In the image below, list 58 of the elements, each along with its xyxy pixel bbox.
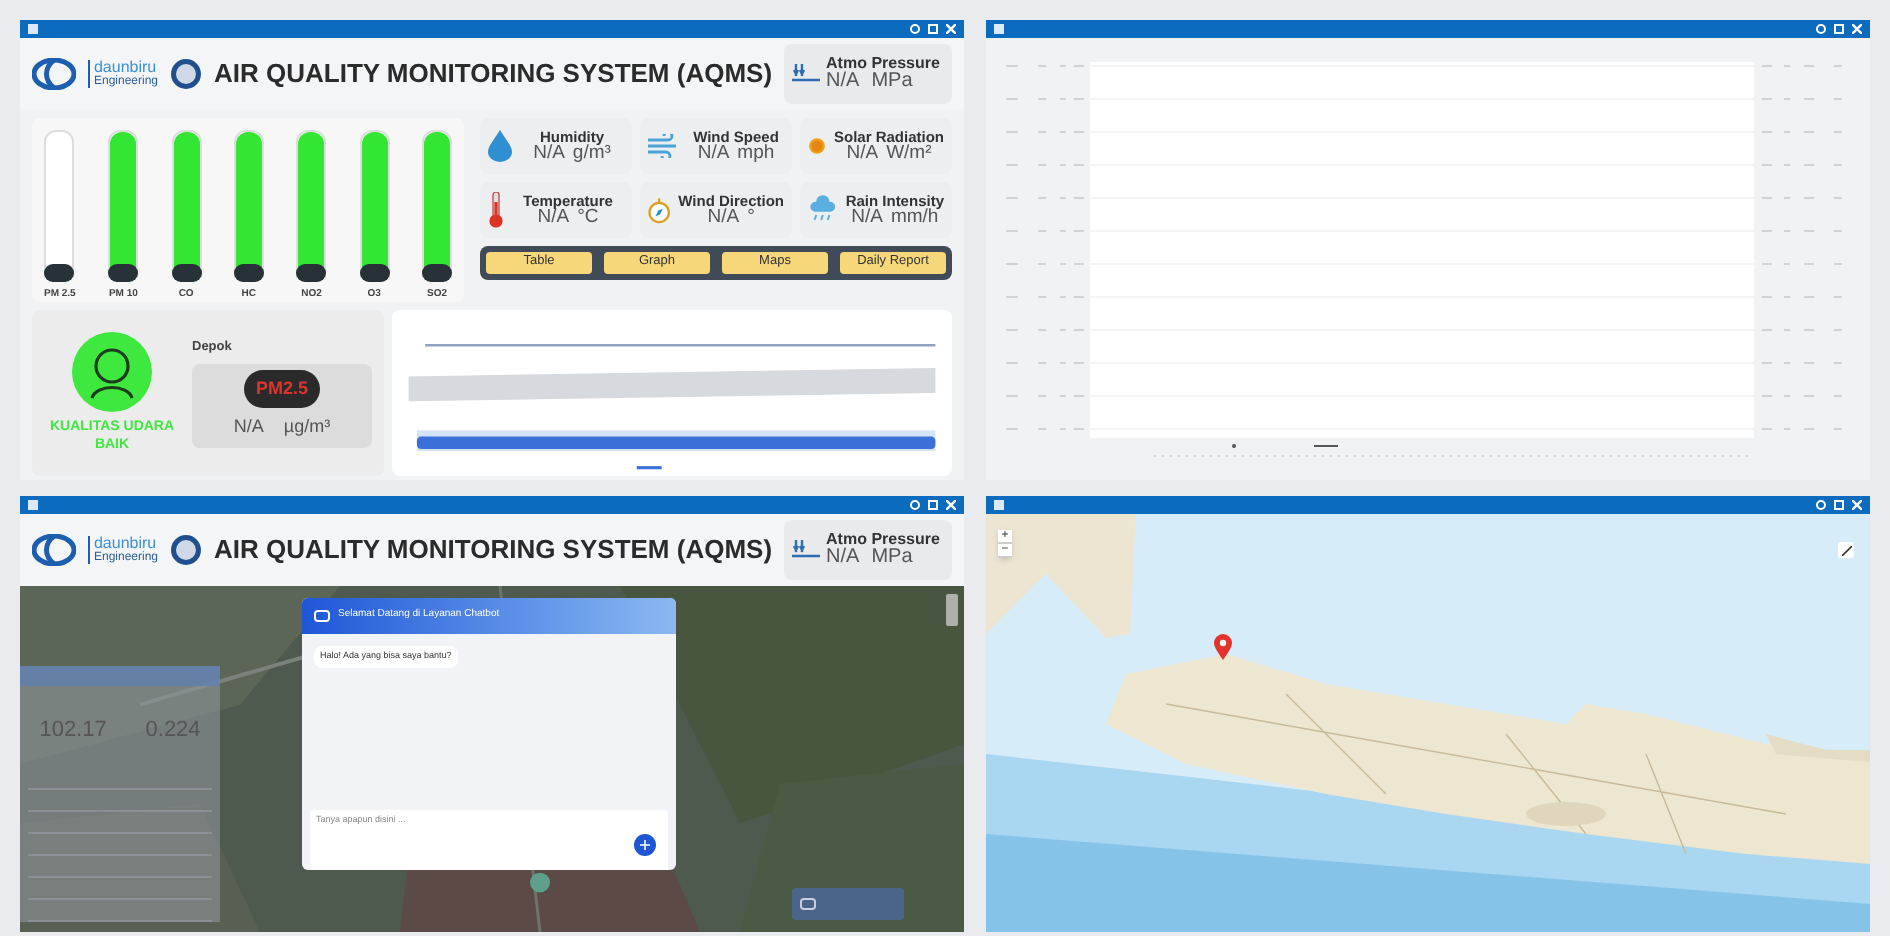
- certification-badge-icon: [170, 534, 202, 566]
- pressure-icon: [792, 64, 821, 84]
- sensor-unit: °: [747, 208, 755, 227]
- app-title: AIR QUALITY MONITORING SYSTEM (AQMS): [214, 56, 773, 93]
- close-icon[interactable]: [946, 500, 956, 510]
- window-icon[interactable]: [928, 24, 938, 34]
- certification-badge-icon: [170, 58, 202, 90]
- sensor-value: N/A: [537, 208, 570, 227]
- gauge-base: [108, 263, 139, 281]
- pollutant-badge: PM2.5: [243, 369, 320, 409]
- gauge-base: [422, 263, 452, 281]
- map-pin-icon[interactable]: [1214, 634, 1232, 660]
- sensor-value: N/A: [707, 208, 740, 227]
- water-drop-icon: [488, 130, 512, 162]
- gauge-base: [359, 263, 390, 281]
- sensor-unit: mph: [737, 144, 775, 163]
- sensor-unit: mm/h: [890, 208, 939, 227]
- brand-name: daunbiru: [93, 60, 159, 76]
- pressure-icon: [792, 540, 821, 560]
- sensor-value: N/A: [533, 144, 565, 163]
- logo-icon: [32, 534, 76, 566]
- sensor-unit: °C: [577, 208, 599, 227]
- window-icon[interactable]: [1834, 24, 1844, 34]
- plus-icon: [640, 840, 650, 850]
- logo-icon: [32, 58, 76, 90]
- rain-cloud-icon: [808, 194, 838, 226]
- window-icon[interactable]: [1834, 500, 1844, 510]
- sensor-value: N/A: [826, 72, 860, 92]
- gauge-base: [171, 263, 202, 281]
- close-icon[interactable]: [946, 24, 956, 34]
- chat-icon: [314, 609, 330, 623]
- close-icon[interactable]: [1852, 24, 1862, 34]
- close-icon[interactable]: [1852, 500, 1862, 510]
- sensor-value: N/A: [851, 208, 883, 227]
- sensor-label: Atmo Pressure: [826, 532, 940, 548]
- sensor-value: N/A: [846, 144, 879, 163]
- chat-icon: [800, 897, 816, 911]
- thermometer-icon: [488, 192, 504, 228]
- sensor-unit: MPa: [871, 72, 913, 92]
- compass-icon: [648, 193, 671, 227]
- window-icon[interactable]: [928, 500, 938, 510]
- wind-icon: [648, 134, 680, 158]
- gauge-base: [296, 263, 327, 281]
- gauge-base: [233, 263, 264, 281]
- pollutant-unit: µg/m³: [283, 414, 331, 441]
- app-title: AIR QUALITY MONITORING SYSTEM (AQMS): [214, 532, 773, 569]
- sensor-label: Atmo Pressure: [826, 56, 940, 72]
- expand-icon: [1841, 545, 1851, 555]
- gauge-base: [44, 263, 75, 281]
- layers-button[interactable]: [1838, 542, 1854, 558]
- sensor-value: N/A: [826, 548, 860, 568]
- sensor-unit: W/m²: [886, 144, 932, 163]
- sensor-unit: g/m³: [572, 144, 611, 163]
- pollutant-value: N/A: [233, 414, 264, 441]
- chatbot-button[interactable]: [792, 888, 904, 920]
- brand-name: daunbiru: [93, 536, 159, 552]
- sensor-unit: MPa: [871, 548, 913, 568]
- sensor-value: N/A: [697, 144, 730, 163]
